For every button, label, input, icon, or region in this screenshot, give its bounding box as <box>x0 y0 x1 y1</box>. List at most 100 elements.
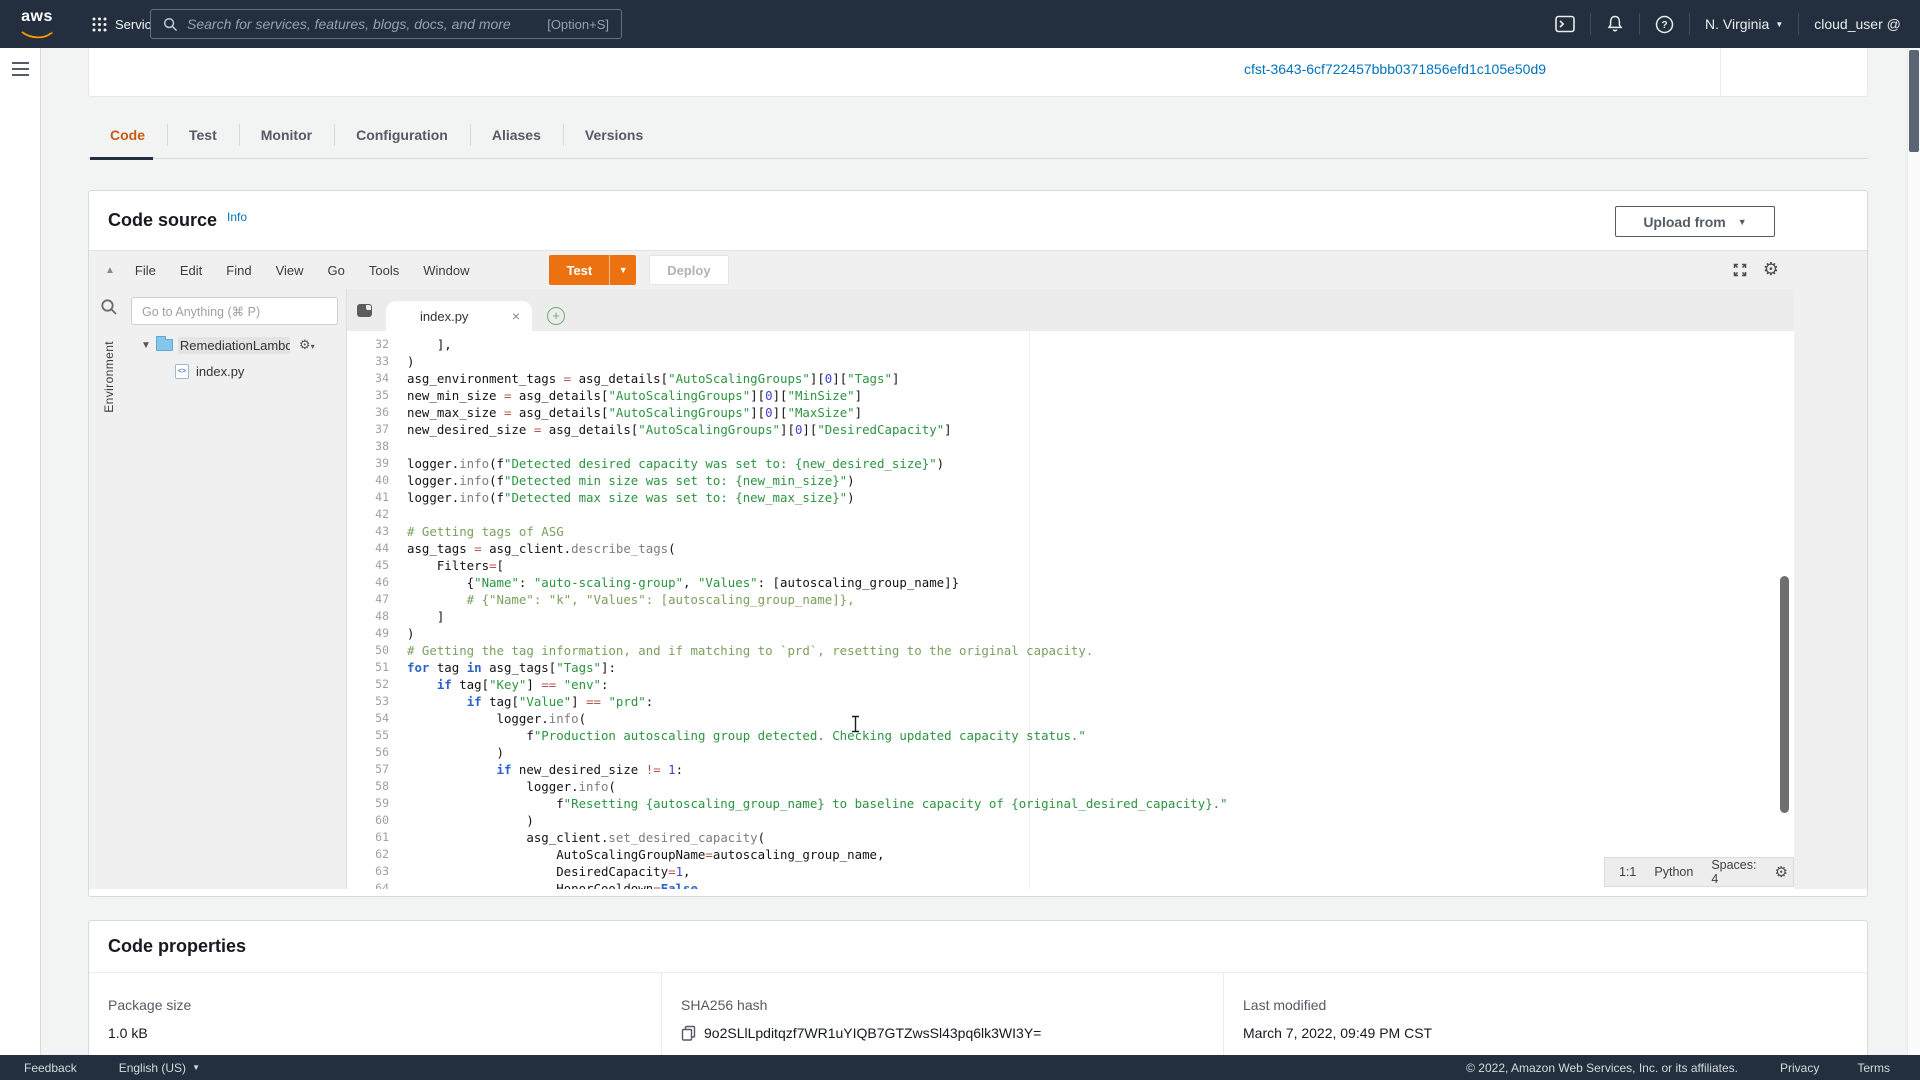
code-text: {"Name": "auto-scaling-group", "Values":… <box>407 574 959 591</box>
line-number[interactable]: 40 <box>347 472 407 489</box>
editor-scrollbar-thumb[interactable] <box>1780 576 1789 813</box>
line-number[interactable]: 52 <box>347 676 407 693</box>
tree-folder-row[interactable]: ▼ RemediationLambda ⚙▾ <box>141 333 346 357</box>
line-number[interactable]: 49 <box>347 625 407 642</box>
tab-size[interactable]: Spaces: 4 <box>1711 858 1756 886</box>
line-number[interactable]: 55 <box>347 727 407 744</box>
line-number[interactable]: 47 <box>347 591 407 608</box>
page-scrollbar-thumb[interactable] <box>1909 50 1919 152</box>
test-button-caret[interactable]: ▼ <box>609 255 636 285</box>
tab-versions[interactable]: Versions <box>563 112 665 158</box>
line-number[interactable]: 34 <box>347 370 407 387</box>
editor-menu-tools[interactable]: Tools <box>369 263 399 278</box>
code-text: logger.info( <box>407 778 616 795</box>
tree-settings-gear-icon[interactable]: ⚙▾ <box>299 338 315 353</box>
line-number[interactable]: 35 <box>347 387 407 404</box>
close-tab-icon[interactable]: × <box>512 308 520 324</box>
line-number[interactable]: 36 <box>347 404 407 421</box>
line-number[interactable]: 48 <box>347 608 407 625</box>
line-number[interactable]: 56 <box>347 744 407 761</box>
tree-expand-caret-icon[interactable]: ▼ <box>141 340 151 351</box>
line-number[interactable]: 64 <box>347 880 407 889</box>
tab-monitor[interactable]: Monitor <box>239 112 334 158</box>
line-number[interactable]: 57 <box>347 761 407 778</box>
editor-menu-file[interactable]: File <box>135 263 156 278</box>
collapse-panel-icon[interactable]: ▲ <box>105 265 115 276</box>
line-number[interactable]: 63 <box>347 863 407 880</box>
statusbar-settings-gear-icon[interactable]: ⚙ <box>1774 865 1787 880</box>
deploy-button[interactable]: Deploy <box>649 255 728 285</box>
line-number[interactable]: 54 <box>347 710 407 727</box>
editor-menu-edit[interactable]: Edit <box>180 263 202 278</box>
editor-menu-find[interactable]: Find <box>226 263 251 278</box>
line-number[interactable]: 45 <box>347 557 407 574</box>
line-number[interactable]: 50 <box>347 642 407 659</box>
copy-icon[interactable] <box>681 1025 696 1041</box>
line-number[interactable]: 53 <box>347 693 407 710</box>
test-button[interactable]: Test <box>549 255 609 285</box>
tab-list-icon[interactable] <box>357 304 372 317</box>
tab-configuration[interactable]: Configuration <box>334 112 470 158</box>
python-file-icon: <> <box>175 364 189 379</box>
line-number[interactable]: 59 <box>347 795 407 812</box>
tree-file-row[interactable]: <> index.py <box>175 360 346 382</box>
code-editor-area[interactable]: 32 ],33)34asg_environment_tags = asg_det… <box>347 331 1794 889</box>
help-button[interactable]: ? <box>1640 0 1689 48</box>
stack-link[interactable]: cfst-3643-6cf722457bbb0371856efd1c105e50… <box>1244 61 1546 77</box>
line-number[interactable]: 42 <box>347 506 407 523</box>
code-text: new_max_size = asg_details["AutoScalingG… <box>407 404 862 421</box>
language-selector[interactable]: English (US) ▼ <box>119 1061 200 1075</box>
line-number[interactable]: 41 <box>347 489 407 506</box>
code-source-card: Code source Info Upload from ▼ ▲ FileEdi… <box>88 190 1868 897</box>
cloudshell-button[interactable] <box>1540 0 1590 48</box>
editor-menu-view[interactable]: View <box>276 263 304 278</box>
terms-link[interactable]: Terms <box>1857 1061 1890 1075</box>
line-number[interactable]: 62 <box>347 846 407 863</box>
code-line: 39logger.info(f"Detected desired capacit… <box>347 455 1794 472</box>
editor-menu-window[interactable]: Window <box>423 263 469 278</box>
line-number[interactable]: 60 <box>347 812 407 829</box>
line-number[interactable]: 46 <box>347 574 407 591</box>
code-line: 32 ], <box>347 336 1794 353</box>
new-tab-plus-icon[interactable]: + <box>547 307 565 325</box>
file-search-icon[interactable] <box>100 298 118 316</box>
upload-from-button[interactable]: Upload from ▼ <box>1615 206 1775 237</box>
aws-logo[interactable]: aws <box>17 8 57 44</box>
editor-settings-gear-icon[interactable]: ⚙ <box>1763 261 1779 279</box>
tab-test[interactable]: Test <box>167 112 239 158</box>
page-scrollbar[interactable] <box>1907 48 1920 1055</box>
line-number[interactable]: 39 <box>347 455 407 472</box>
code-line: 35new_min_size = asg_details["AutoScalin… <box>347 387 1794 404</box>
tab-code[interactable]: Code <box>88 112 167 158</box>
line-number[interactable]: 51 <box>347 659 407 676</box>
line-number[interactable]: 32 <box>347 336 407 353</box>
fullscreen-icon[interactable] <box>1732 262 1748 278</box>
info-link[interactable]: Info <box>227 210 247 224</box>
function-overview-card-bottom: cfst-3643-6cf722457bbb0371856efd1c105e50… <box>88 48 1868 97</box>
test-split-button[interactable]: Test ▼ <box>549 255 636 285</box>
line-number[interactable]: 61 <box>347 829 407 846</box>
notifications-button[interactable] <box>1591 0 1639 48</box>
line-number[interactable]: 43 <box>347 523 407 540</box>
feedback-link[interactable]: Feedback <box>24 1061 77 1075</box>
line-number[interactable]: 33 <box>347 353 407 370</box>
global-search-input[interactable]: Search for services, features, blogs, do… <box>150 9 622 39</box>
account-menu[interactable]: cloud_user @ <box>1799 0 1916 48</box>
editor-menu-go[interactable]: Go <box>328 263 345 278</box>
syntax-mode[interactable]: Python <box>1654 865 1693 879</box>
last-modified-value: March 7, 2022, 09:49 PM CST <box>1243 1025 1847 1041</box>
code-line: 57 if new_desired_size != 1: <box>347 761 1794 778</box>
line-number[interactable]: 37 <box>347 421 407 438</box>
line-number[interactable]: 38 <box>347 438 407 455</box>
menu-hamburger-icon[interactable] <box>12 62 29 80</box>
environment-panel-tab[interactable]: Environment <box>102 341 116 413</box>
cursor-position[interactable]: 1:1 <box>1619 865 1636 879</box>
privacy-link[interactable]: Privacy <box>1780 1061 1819 1075</box>
region-selector[interactable]: N. Virginia ▼ <box>1690 0 1798 48</box>
code-line: 51for tag in asg_tags["Tags"]: <box>347 659 1794 676</box>
line-number[interactable]: 44 <box>347 540 407 557</box>
line-number[interactable]: 58 <box>347 778 407 795</box>
tab-aliases[interactable]: Aliases <box>470 112 563 158</box>
editor-tab-indexpy[interactable]: index.py × <box>386 301 532 331</box>
goto-anything-input[interactable]: Go to Anything (⌘ P) <box>131 297 338 325</box>
